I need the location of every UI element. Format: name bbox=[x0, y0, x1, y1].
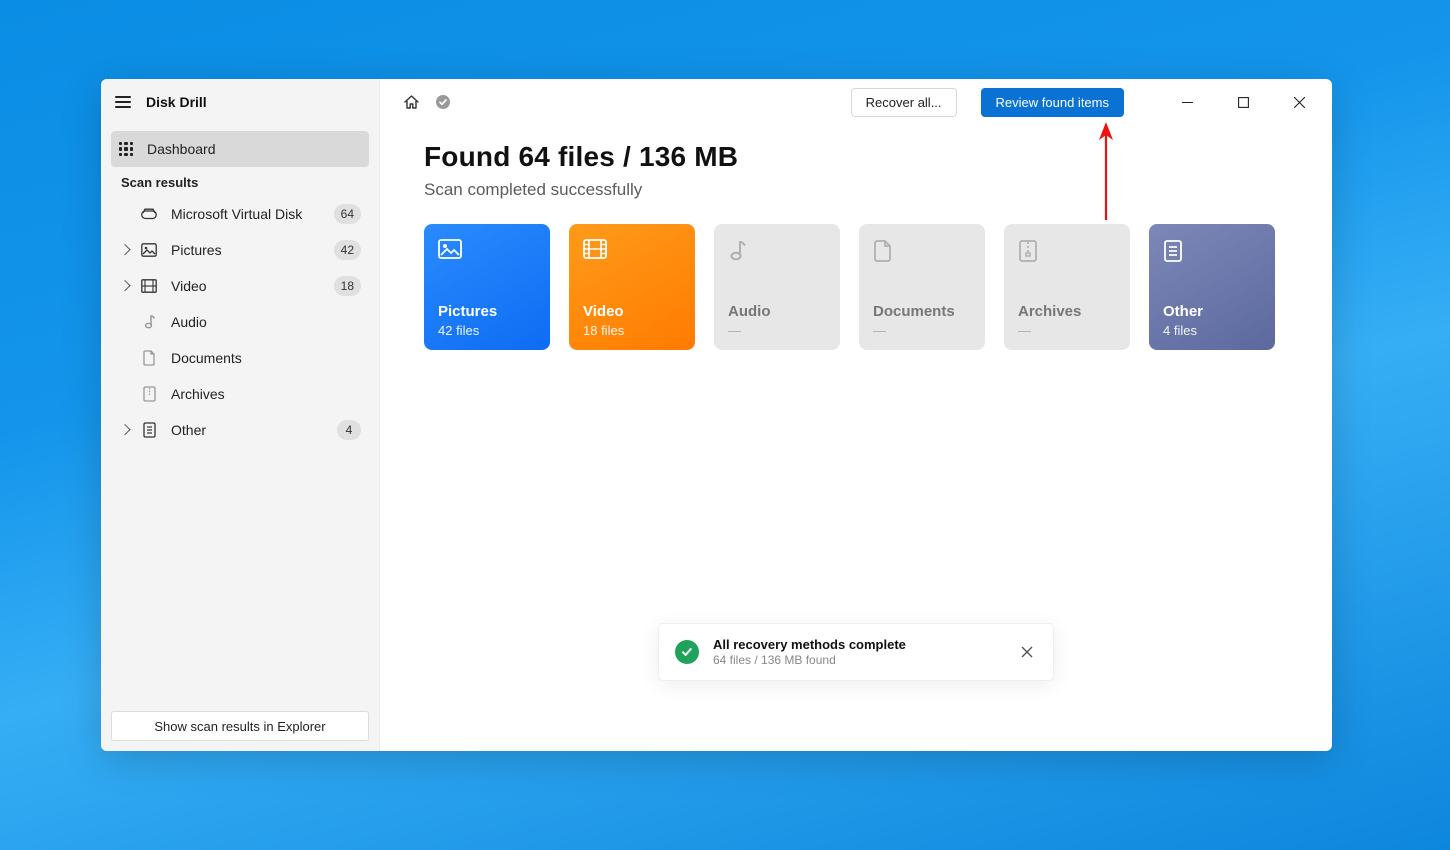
chevron-right-icon bbox=[119, 280, 130, 291]
card-archives[interactable]: Archives — bbox=[1004, 224, 1130, 350]
checkmark-badge-icon[interactable] bbox=[434, 93, 452, 111]
audio-icon bbox=[728, 239, 826, 263]
sidebar: Disk Drill Dashboard Scan results Micros… bbox=[101, 79, 380, 751]
window-maximize-button[interactable] bbox=[1222, 87, 1264, 117]
sidebar-item-label: Video bbox=[171, 278, 207, 294]
picture-icon bbox=[141, 242, 157, 258]
chevron-right-icon bbox=[119, 244, 130, 255]
window-close-button[interactable] bbox=[1278, 87, 1320, 117]
card-title: Video bbox=[583, 303, 681, 320]
sidebar-item-dashboard[interactable]: Dashboard bbox=[111, 131, 369, 167]
card-sub: 4 files bbox=[1163, 323, 1261, 338]
sidebar-item-badge: 18 bbox=[334, 276, 361, 296]
card-pictures[interactable]: Pictures 42 files bbox=[424, 224, 550, 350]
card-other[interactable]: Other 4 files bbox=[1149, 224, 1275, 350]
sidebar-item-badge: 42 bbox=[334, 240, 361, 260]
sidebar-item-badge: 64 bbox=[334, 204, 361, 224]
window-minimize-button[interactable] bbox=[1166, 87, 1208, 117]
sidebar-item-other[interactable]: Other 4 bbox=[111, 412, 369, 448]
sidebar-footer: Show scan results in Explorer bbox=[101, 701, 379, 751]
sidebar-item-documents[interactable]: Documents bbox=[111, 340, 369, 376]
other-icon bbox=[1163, 239, 1261, 263]
toast-close-button[interactable] bbox=[1017, 642, 1037, 662]
app-title: Disk Drill bbox=[146, 94, 207, 110]
recover-all-button[interactable]: Recover all... bbox=[851, 88, 957, 117]
content-area: Found 64 files / 136 MB Scan completed s… bbox=[380, 125, 1332, 350]
archive-icon bbox=[1018, 239, 1116, 263]
card-title: Pictures bbox=[438, 303, 536, 320]
review-found-items-button[interactable]: Review found items bbox=[981, 88, 1124, 117]
video-icon bbox=[583, 239, 681, 263]
archive-icon bbox=[141, 386, 157, 402]
sidebar-item-label: Dashboard bbox=[147, 141, 216, 157]
sidebar-item-badge: 4 bbox=[337, 420, 361, 440]
picture-icon bbox=[438, 239, 536, 263]
page-subhead: Scan completed successfully bbox=[424, 180, 1288, 200]
toast-title: All recovery methods complete bbox=[713, 637, 1003, 652]
card-documents[interactable]: Documents — bbox=[859, 224, 985, 350]
card-title: Documents bbox=[873, 303, 971, 320]
card-title: Archives bbox=[1018, 303, 1116, 320]
disk-icon bbox=[141, 206, 157, 222]
toast-notification: All recovery methods complete 64 files /… bbox=[658, 623, 1054, 681]
card-sub: 18 files bbox=[583, 323, 681, 338]
document-icon bbox=[873, 239, 971, 263]
sidebar-item-archives[interactable]: Archives bbox=[111, 376, 369, 412]
card-sub: — bbox=[728, 323, 826, 338]
sidebar-item-label: Microsoft Virtual Disk bbox=[171, 206, 302, 222]
sidebar-item-label: Audio bbox=[171, 314, 207, 330]
toast-subtitle: 64 files / 136 MB found bbox=[713, 653, 1003, 667]
hamburger-menu-icon[interactable] bbox=[115, 96, 131, 108]
sidebar-item-video[interactable]: Video 18 bbox=[111, 268, 369, 304]
sidebar-section-label: Scan results bbox=[111, 167, 369, 196]
category-cards: Pictures 42 files Video 18 files Audio — bbox=[424, 224, 1288, 350]
other-icon bbox=[141, 422, 157, 438]
titlebar: Recover all... Review found items bbox=[380, 79, 1332, 125]
show-in-explorer-button[interactable]: Show scan results in Explorer bbox=[111, 711, 369, 741]
dashboard-icon bbox=[119, 142, 133, 156]
sidebar-item-label: Archives bbox=[171, 386, 225, 402]
card-sub: — bbox=[873, 323, 971, 338]
sidebar-header: Disk Drill bbox=[101, 79, 379, 125]
sidebar-item-label: Pictures bbox=[171, 242, 222, 258]
home-icon[interactable] bbox=[402, 93, 420, 111]
document-icon bbox=[141, 350, 157, 366]
card-title: Other bbox=[1163, 303, 1261, 320]
sidebar-nav: Dashboard Scan results Microsoft Virtual… bbox=[101, 125, 379, 448]
video-icon bbox=[141, 278, 157, 294]
sidebar-item-label: Other bbox=[171, 422, 206, 438]
sidebar-item-audio[interactable]: Audio bbox=[111, 304, 369, 340]
sidebar-item-disk[interactable]: Microsoft Virtual Disk 64 bbox=[111, 196, 369, 232]
card-title: Audio bbox=[728, 303, 826, 320]
chevron-right-icon bbox=[119, 424, 130, 435]
page-headline: Found 64 files / 136 MB bbox=[424, 141, 1288, 173]
main-panel: Recover all... Review found items Found … bbox=[380, 79, 1332, 751]
sidebar-item-label: Documents bbox=[171, 350, 242, 366]
sidebar-item-pictures[interactable]: Pictures 42 bbox=[111, 232, 369, 268]
card-sub: 42 files bbox=[438, 323, 536, 338]
app-window: Disk Drill Dashboard Scan results Micros… bbox=[101, 79, 1332, 751]
card-audio[interactable]: Audio — bbox=[714, 224, 840, 350]
card-sub: — bbox=[1018, 323, 1116, 338]
audio-icon bbox=[141, 314, 157, 330]
checkmark-icon bbox=[675, 640, 699, 664]
card-video[interactable]: Video 18 files bbox=[569, 224, 695, 350]
